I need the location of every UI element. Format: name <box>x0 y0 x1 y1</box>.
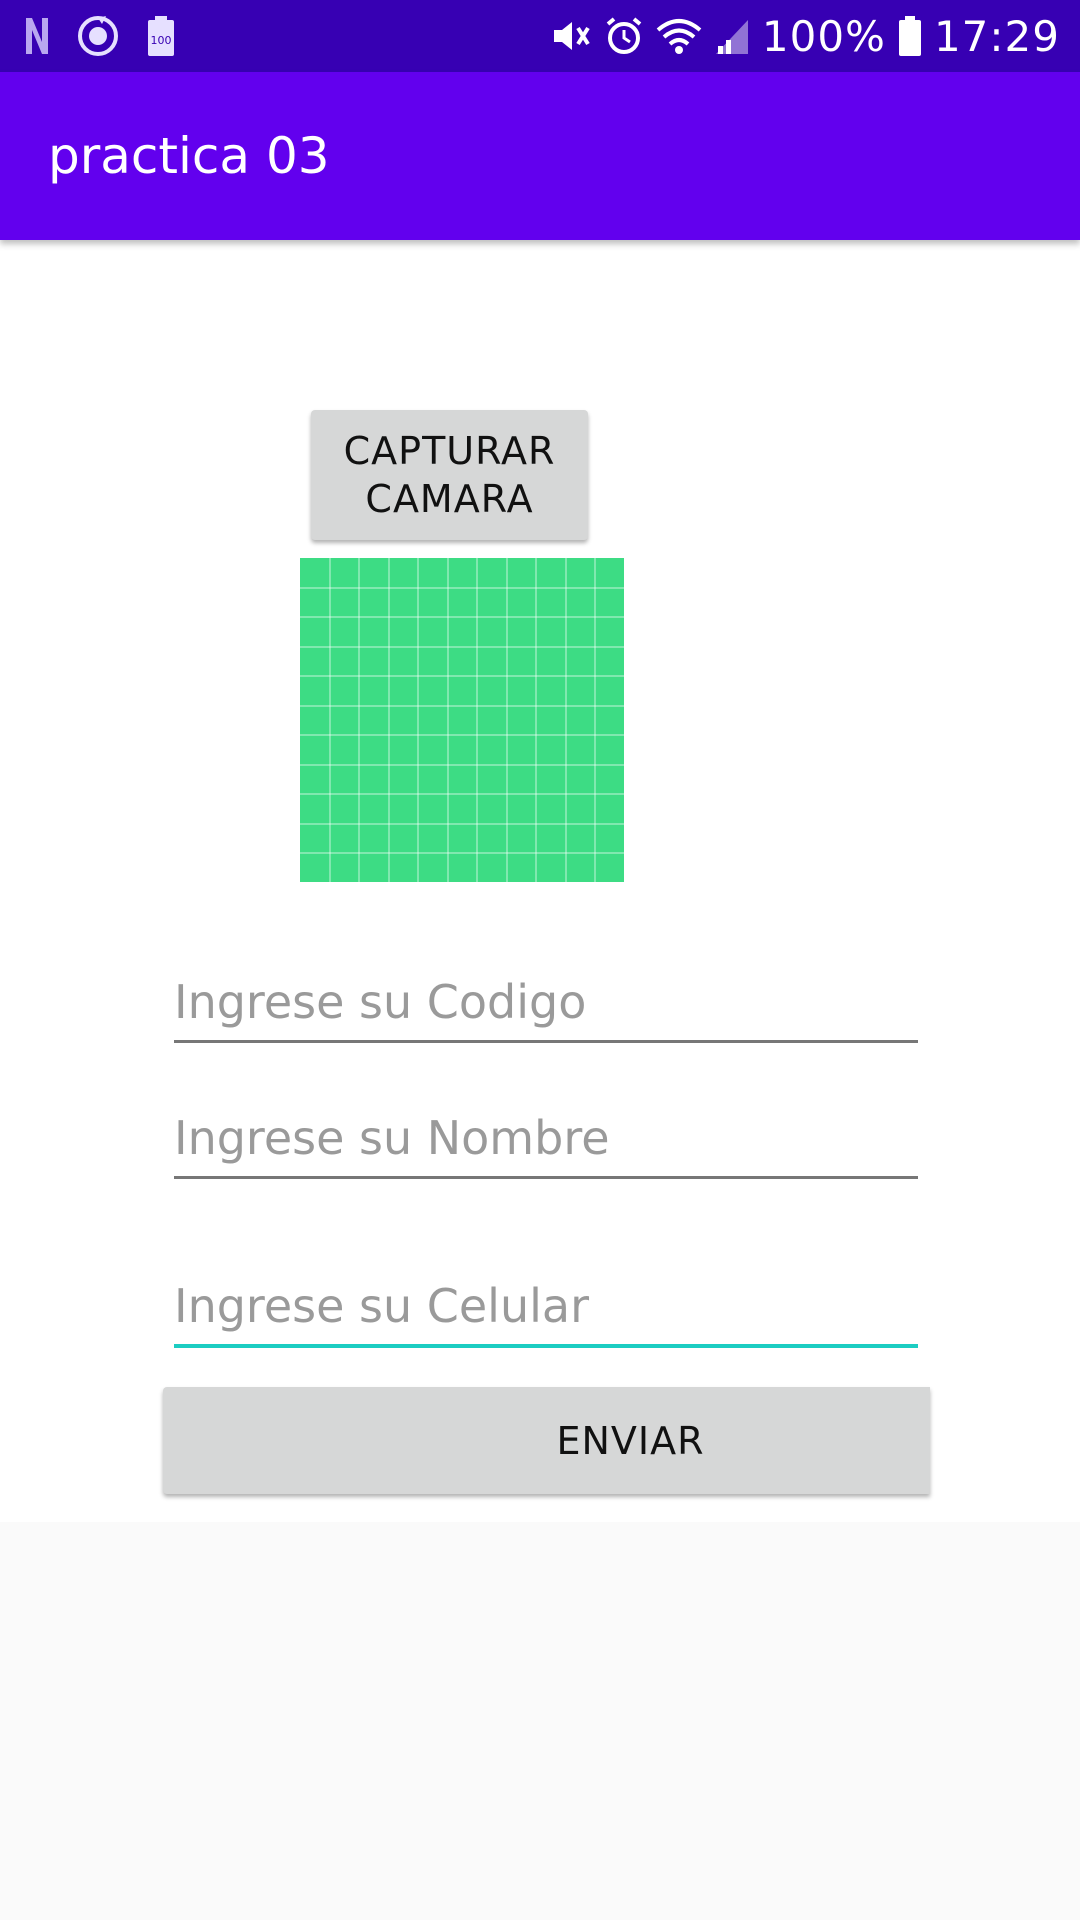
codigo-input[interactable] <box>174 970 918 1034</box>
captured-image-placeholder <box>300 558 624 882</box>
capture-camera-button[interactable]: CAPTURAR CAMARA <box>311 410 588 540</box>
alarm-icon <box>604 16 644 56</box>
app-title: practica 03 <box>48 127 330 185</box>
nombre-field[interactable] <box>174 1106 918 1179</box>
green-grid-image <box>300 558 624 882</box>
battery-100-icon: 100 <box>146 16 176 56</box>
signal-icon <box>714 16 750 56</box>
codigo-field[interactable] <box>174 970 918 1043</box>
battery-percent: 100% <box>761 11 886 61</box>
status-left-icons: 100 <box>24 12 176 60</box>
celular-input[interactable] <box>174 1274 918 1338</box>
send-button[interactable]: ENVIAR <box>163 1387 930 1494</box>
mute-icon <box>550 16 592 56</box>
nombre-input[interactable] <box>174 1106 918 1170</box>
battery-icon <box>898 16 922 56</box>
celular-field[interactable] <box>174 1274 918 1348</box>
battery-badge-text: 100 <box>151 34 172 47</box>
sync-circle-icon <box>76 14 120 58</box>
app-bar: practica 03 <box>0 72 1080 240</box>
status-right-icons: 100% 17:29 <box>550 11 1060 61</box>
clock-time: 17:29 <box>933 11 1060 61</box>
send-button-label: ENVIAR <box>556 1418 705 1463</box>
status-bar: 100 100% 17:29 <box>0 0 1080 72</box>
wifi-icon <box>656 16 702 56</box>
netflix-n-icon <box>24 16 50 56</box>
